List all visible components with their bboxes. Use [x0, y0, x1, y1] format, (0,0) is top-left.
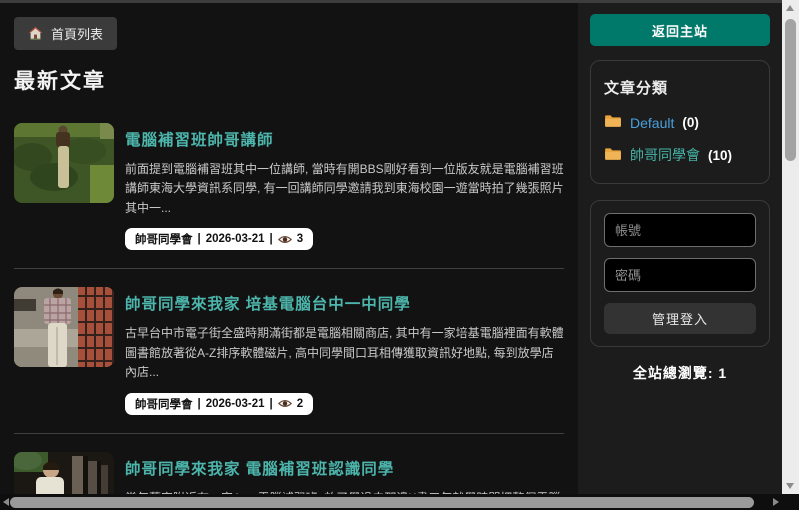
categories-heading: 文章分類: [604, 80, 669, 97]
scroll-up-arrow-icon[interactable]: [786, 5, 794, 11]
sidebar: 返回主站 文章分類 Default (0) 帥哥同學會 (10) 帳號 管理登入…: [578, 3, 782, 494]
badge-separator: |: [197, 397, 201, 410]
home-list-label: 首頁列表: [51, 27, 104, 42]
article-body: 帥哥同學來我家 培基電腦台中一中同學 古早台中市電子街全盛時期滿街都是電腦相關商…: [125, 287, 564, 415]
categories-card: 文章分類 Default (0) 帥哥同學會 (10): [590, 60, 770, 184]
scrollbar-corner: [782, 494, 799, 510]
folder-icon: [604, 114, 622, 131]
horizontal-scrollbar-thumb[interactable]: [10, 497, 754, 508]
eye-icon: [277, 235, 292, 244]
article-meta-badge: 帥哥同學會 | 2026-03-21 | 3: [125, 228, 314, 251]
article-title-link[interactable]: 帥哥同學來我家 電腦補習班認識同學: [125, 457, 394, 479]
category-item-alumni[interactable]: 帥哥同學會 (10): [604, 145, 756, 165]
article-meta-badge: 帥哥同學會 | 2026-03-21 | 2: [125, 392, 314, 415]
article-item: 帥哥同學來我家 培基電腦台中一中同學 古早台中市電子街全盛時期滿街都是電腦相關商…: [14, 268, 564, 432]
article-body: 電腦補習班帥哥講師 前面提到電腦補習班其中一位講師, 當時有開BBS剛好看到一位…: [125, 123, 564, 251]
category-link[interactable]: Default: [630, 115, 674, 131]
house-icon: [28, 26, 43, 41]
article-thumbnail[interactable]: [14, 123, 114, 203]
horizontal-scrollbar[interactable]: [0, 494, 782, 510]
badge-date: 2026-03-21: [205, 397, 265, 410]
category-item-default[interactable]: Default (0): [604, 114, 756, 131]
category-link[interactable]: 帥哥同學會: [630, 145, 700, 165]
article-item: 電腦補習班帥哥講師 前面提到電腦補習班其中一位講師, 當時有開BBS剛好看到一位…: [14, 105, 564, 268]
eye-icon: [277, 399, 292, 408]
scroll-down-arrow-icon[interactable]: [786, 483, 794, 489]
scroll-right-arrow-icon[interactable]: [773, 498, 779, 506]
article-excerpt: 古早台中市電子街全盛時期滿街都是電腦相關商店, 其中有一家培基電腦裡面有軟體圖書…: [125, 326, 564, 380]
badge-category: 帥哥同學會: [135, 234, 193, 247]
badge-category: 帥哥同學會: [135, 398, 193, 411]
badge-separator: |: [197, 233, 201, 246]
login-card: 管理登入: [590, 200, 770, 347]
home-list-button[interactable]: 首頁列表: [14, 17, 118, 50]
main-content: 首頁列表 最新文章 電腦補習班帥哥講師 前面提到電腦補習班其中一位講師, 當時有…: [0, 3, 578, 510]
back-to-main-button[interactable]: 返回主站: [590, 14, 770, 46]
article-excerpt: 前面提到電腦補習班其中一位講師, 當時有開BBS剛好看到一位版友就是電腦補習班講…: [125, 162, 564, 215]
category-count: (0): [682, 115, 699, 130]
password-input[interactable]: [604, 258, 756, 292]
scroll-left-arrow-icon[interactable]: [3, 498, 9, 506]
badge-separator: |: [269, 397, 273, 410]
article-thumbnail[interactable]: [14, 287, 114, 368]
folder-icon: [604, 147, 622, 164]
vertical-scrollbar[interactable]: [782, 0, 799, 494]
account-input[interactable]: [604, 213, 756, 247]
vertical-scrollbar-thumb[interactable]: [785, 19, 796, 161]
badge-separator: |: [269, 233, 273, 246]
category-count: (10): [708, 147, 733, 163]
article-title-link[interactable]: 帥哥同學來我家 培基電腦台中一中同學: [125, 292, 411, 314]
badge-date: 2026-03-21: [205, 233, 265, 246]
article-title-link[interactable]: 電腦補習班帥哥講師: [125, 128, 274, 150]
badge-views: 3: [296, 233, 304, 246]
page-title: 最新文章: [14, 70, 106, 93]
badge-views: 2: [296, 397, 304, 410]
page: 首頁列表 最新文章 電腦補習班帥哥講師 前面提到電腦補習班其中一位講師, 當時有…: [0, 0, 799, 510]
site-views-counter: 全站總瀏覽: 1: [632, 365, 728, 381]
admin-login-button[interactable]: 管理登入: [604, 303, 756, 334]
